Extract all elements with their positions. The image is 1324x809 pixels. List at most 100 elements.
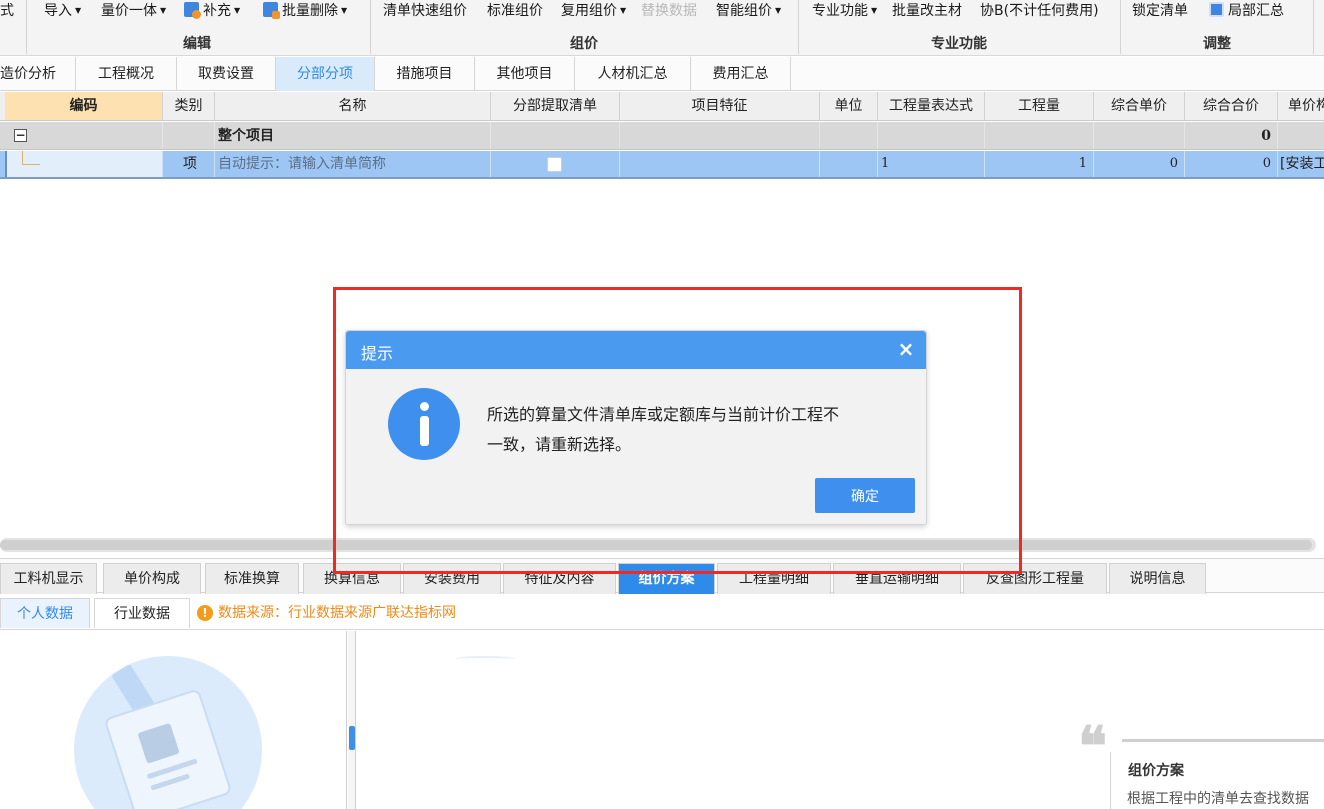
cell-unit[interactable] [820, 151, 878, 177]
tool-local-summary[interactable]: 局部汇总 [1209, 1, 1284, 21]
col-total-price[interactable]: 综合合价 [1185, 92, 1278, 120]
tool-import[interactable]: 导入 ▼ [44, 1, 81, 21]
cell-price-structure[interactable]: [安装工 [1278, 151, 1324, 177]
cell-features[interactable] [620, 151, 820, 177]
tool-quick-pricing[interactable]: 清单快速组价 [383, 1, 467, 21]
cell-price-structure [1278, 122, 1324, 149]
personal-data-pane [0, 631, 347, 809]
info-icon [388, 388, 460, 460]
dialog-message-line: 所选的算量文件清单库或定额库与当前计价工程不 [487, 405, 840, 424]
chevron-down-icon: ▼ [234, 6, 241, 15]
tool-smart-pricing[interactable]: 智能组价 ▼ [716, 1, 781, 21]
cell-qty [985, 122, 1094, 149]
tab-pricing-scheme[interactable]: 组价方案 [618, 563, 715, 594]
tool-reuse-pricing[interactable]: 复用组价 ▼ [561, 1, 626, 21]
cell-unit-price[interactable]: 0 [1094, 151, 1185, 177]
cell-qty[interactable]: 1 [985, 151, 1094, 177]
grid-header: 编码 类别 名称 分部提取清单 项目特征 单位 工程量表达式 工程量 综合单价 … [0, 92, 1324, 121]
tab-labor-material-summary[interactable]: 人材机汇总 [575, 57, 691, 91]
tab-quantity-detail[interactable]: 工程量明细 [717, 563, 831, 594]
col-type[interactable]: 类别 [163, 92, 215, 120]
ok-button[interactable]: 确定 [815, 478, 915, 513]
warning-icon: ! [197, 605, 213, 621]
tab-cost-analysis[interactable]: 造价分析 [0, 57, 76, 91]
ribbon-tools: 式 导入 ▼ 量价一体 ▼ 补充 ▼ 批量删除 ▼ 清单快速组价 标准组价 复用组价 ▼ … [0, 0, 1324, 24]
tool-supplement[interactable]: 补充 ▼ [184, 1, 240, 21]
ribbon-separator [26, 0, 27, 54]
tool-batch-main-material[interactable]: 批量改主材 [892, 1, 962, 21]
col-price-structure[interactable]: 单价构 [1278, 92, 1324, 120]
collapse-icon[interactable]: − [14, 129, 27, 142]
tab-install-fee[interactable]: 安装费用 [403, 563, 501, 594]
cell-total[interactable]: 0 [1185, 151, 1278, 177]
cell-expr [878, 122, 985, 149]
cell-type [163, 122, 215, 149]
pane-splitter[interactable] [348, 631, 356, 809]
chevron-down-icon: ▼ [341, 6, 348, 15]
tab-standard-conversion[interactable]: 标准换算 [205, 563, 299, 594]
tool-professional[interactable]: 专业功能 ▼ [812, 1, 877, 21]
tool-mode[interactable]: 式 [0, 1, 14, 21]
tab-measures[interactable]: 措施项目 [375, 57, 475, 91]
alert-dialog: 提示 × 所选的算量文件清单库或定额库与当前计价工程不 一致，请重新选择。 确定 [345, 330, 927, 525]
cell-extract[interactable] [491, 151, 620, 177]
table-row-selected[interactable]: 项 自动提示：请输入清单简称 1 1 0 0 [安装工 [0, 151, 1324, 179]
cell-code[interactable] [5, 151, 163, 177]
col-quantity-expr[interactable]: 工程量表达式 [878, 92, 985, 120]
tab-description[interactable]: 说明信息 [1109, 563, 1206, 594]
tool-quantity-price[interactable]: 量价一体 ▼ [101, 1, 166, 21]
tab-reverse-lookup[interactable]: 反查图形工程量 [963, 563, 1107, 594]
tool-standard-pricing[interactable]: 标准组价 [487, 1, 543, 21]
col-features[interactable]: 项目特征 [620, 92, 820, 120]
dialog-title: 提示 [361, 344, 394, 363]
horizontal-scrollbar[interactable] [0, 538, 1316, 552]
tab-sub-items[interactable]: 分部分项 [276, 57, 375, 91]
subtab-personal-data[interactable]: 个人数据 [0, 598, 90, 628]
subtab-industry-data[interactable]: 行业数据 [94, 598, 190, 628]
dialog-message-line: 一致，请重新选择。 [487, 435, 632, 454]
tree-line [22, 151, 40, 165]
group-label-professional: 专业功能 [931, 36, 987, 52]
tab-fee-settings[interactable]: 取费设置 [177, 57, 276, 91]
bill-grid: 编码 类别 名称 分部提取清单 项目特征 单位 工程量表达式 工程量 综合单价 … [0, 92, 1324, 180]
col-name[interactable]: 名称 [215, 92, 491, 120]
cell-total: 0 [1185, 122, 1278, 149]
ribbon-toolbar: 式 导入 ▼ 量价一体 ▼ 补充 ▼ 批量删除 ▼ 清单快速组价 标准组价 复用组价 ▼ … [0, 0, 1324, 56]
table-row[interactable]: − 整个项目 0 [0, 122, 1324, 150]
col-unit-price[interactable]: 综合单价 [1094, 92, 1185, 120]
tab-vertical-transport[interactable]: 垂直运输明细 [833, 563, 961, 594]
chevron-down-icon: ▼ [75, 6, 82, 15]
col-unit[interactable]: 单位 [820, 92, 878, 120]
scrollbar-thumb[interactable] [0, 540, 1312, 550]
tab-other-items[interactable]: 其他项目 [475, 57, 575, 91]
ribbon-separator [798, 0, 799, 54]
extract-checkbox[interactable] [547, 157, 562, 172]
col-code[interactable]: 编码 [5, 92, 163, 120]
ribbon-separator [1313, 0, 1314, 54]
detail-tabs: 工料机显示 单价构成 标准换算 换算信息 安装费用 特征及内容 组价方案 工程量… [0, 558, 1324, 594]
cell-name: 整个项目 [215, 122, 491, 149]
data-source-note[interactable]: 数据来源：行业数据来源广联达指标网 [218, 598, 456, 628]
tab-project-overview[interactable]: 工程概况 [76, 57, 177, 91]
cell-code: − [5, 122, 163, 149]
tool-lock-list[interactable]: 锁定清单 [1132, 1, 1188, 21]
tab-labor-material-display[interactable]: 工料机显示 [0, 563, 97, 594]
tab-conversion-info[interactable]: 换算信息 [303, 563, 401, 594]
chevron-down-icon: ▼ [775, 6, 782, 15]
dialog-header: 提示 × [346, 331, 926, 369]
tool-xie-b[interactable]: 协B(不计任何费用) [980, 1, 1099, 21]
tab-unit-price-composition[interactable]: 单价构成 [103, 563, 201, 594]
cell-name-hint[interactable]: 自动提示：请输入清单简称 [215, 151, 491, 177]
close-icon[interactable]: × [896, 337, 916, 361]
cell-expr[interactable]: 1 [878, 151, 985, 177]
quote-bar [1110, 752, 1111, 809]
tool-batch-delete[interactable]: 批量删除 ▼ [263, 1, 347, 21]
col-extract-list[interactable]: 分部提取清单 [491, 92, 620, 120]
cell-type[interactable]: 项 [163, 151, 215, 177]
info-title: 组价方案 [1128, 763, 1184, 779]
tab-features-content[interactable]: 特征及内容 [503, 563, 616, 594]
splitter-handle[interactable] [349, 726, 355, 750]
info-text: 根据工程中的清单去查找数据 [1127, 791, 1309, 807]
tab-fee-summary[interactable]: 费用汇总 [691, 57, 791, 91]
col-quantity[interactable]: 工程量 [985, 92, 1094, 120]
